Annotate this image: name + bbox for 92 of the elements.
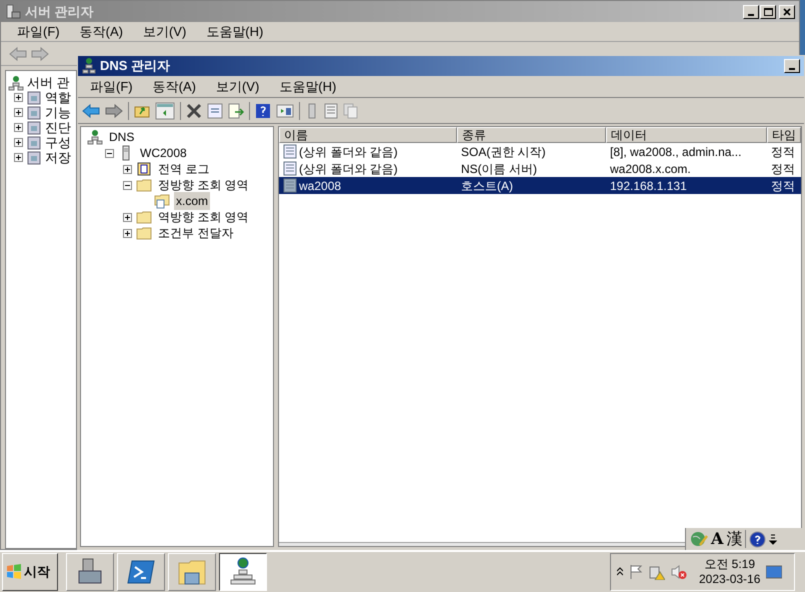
column-header[interactable]: 종류 <box>457 127 606 143</box>
table-cell-text: 호스트(A) <box>461 178 513 194</box>
back-arrow-icon[interactable] <box>82 104 100 118</box>
tool-icon <box>26 90 42 106</box>
tree-item[interactable]: 전역 로그 <box>156 160 212 178</box>
network-icon <box>228 557 258 587</box>
table-cell-text: 정적 <box>771 160 795 178</box>
menu-item[interactable]: 보기(V) <box>208 76 268 96</box>
tree-item[interactable]: 역방향 조회 영역 <box>156 208 251 226</box>
options-icon[interactable] <box>769 532 778 546</box>
tool-icon <box>26 150 42 166</box>
expand-icon[interactable] <box>123 164 132 174</box>
tree-item[interactable]: DNS <box>107 128 136 146</box>
tree-item[interactable]: 조건부 전달자 <box>156 224 236 242</box>
expand-icon[interactable] <box>14 93 23 102</box>
properties-icon[interactable] <box>207 102 223 118</box>
tree-item[interactable]: WC2008 <box>138 144 189 162</box>
network-icon <box>87 129 103 145</box>
menu-item[interactable]: 동작(A) <box>72 22 131 42</box>
network-icon <box>82 58 96 74</box>
tree-item[interactable]: x.com <box>174 192 210 210</box>
table-cell-text: wa2008.x.com. <box>610 160 691 178</box>
close-button[interactable] <box>779 4 795 18</box>
start-button[interactable]: 시작 <box>2 553 58 591</box>
maximize-button[interactable] <box>760 4 776 18</box>
folder-icon <box>136 209 152 225</box>
table-cell-text: NS(이름 서버) <box>461 160 537 178</box>
table-cell-text: 정적 <box>771 144 795 160</box>
table-cell-text: 정적 <box>771 178 795 194</box>
menu-item[interactable]: 동작(A) <box>144 76 204 96</box>
collapse-icon[interactable] <box>105 148 114 158</box>
minimize-button[interactable] <box>784 59 800 73</box>
table-row[interactable]: wa2008 호스트(A) 192.168.1.131 정적 <box>279 177 801 194</box>
expand-icon[interactable] <box>14 108 23 117</box>
clock-time[interactable]: 오전 5:19 <box>704 557 756 572</box>
expand-icon[interactable] <box>123 228 132 238</box>
table-cell-text: wa2008 <box>299 178 342 194</box>
window-title: DNS 관리자 <box>100 57 170 76</box>
table-cell-text: [8], wa2008., admin.na... <box>610 144 742 160</box>
list-icon[interactable] <box>324 102 338 118</box>
clock-date[interactable]: 2023-03-16 <box>699 572 760 587</box>
tool-icon <box>26 134 42 150</box>
help-icon[interactable] <box>255 102 271 118</box>
pane-toggle-icon[interactable] <box>155 102 175 120</box>
table-cell-text: (상위 폴더와 같음) <box>299 144 398 160</box>
folder-icon <box>136 177 152 193</box>
network-icon <box>8 74 24 90</box>
show-desktop-icon[interactable] <box>766 565 782 579</box>
network-warning-icon[interactable] <box>649 564 665 580</box>
taskbar-button[interactable] <box>219 553 267 591</box>
expand-icon[interactable] <box>14 153 23 162</box>
expand-icon[interactable] <box>617 567 623 577</box>
menu-item[interactable]: 도움말(H) <box>271 76 344 96</box>
menu-item[interactable]: 파일(F) <box>9 22 68 42</box>
speaker-muted-icon[interactable] <box>671 564 687 580</box>
menu-item[interactable]: 보기(V) <box>134 22 194 42</box>
record-icon <box>283 161 297 176</box>
windows-logo-icon <box>6 564 22 580</box>
folder-icon <box>136 225 152 241</box>
column-header[interactable]: 타임 <box>767 127 801 143</box>
table-row[interactable]: (상위 폴더와 같음) NS(이름 서버) wa2008.x.com. 정적 <box>279 160 801 177</box>
table-cell-text: (상위 폴더와 같음) <box>299 160 398 178</box>
record-icon <box>283 144 297 159</box>
column-header[interactable]: 데이터 <box>606 127 767 143</box>
server-icon <box>5 4 21 20</box>
expand-icon[interactable] <box>14 123 23 132</box>
tree-item[interactable]: 정방향 조회 영역 <box>156 176 251 194</box>
expand-icon[interactable] <box>14 138 23 147</box>
export-icon[interactable] <box>228 102 244 118</box>
close-icon <box>783 8 791 16</box>
zone-icon <box>154 193 170 209</box>
forward-arrow-icon[interactable] <box>105 104 123 118</box>
log-icon <box>136 161 152 177</box>
window-title: 서버 관리자 <box>25 2 94 21</box>
expand-icon[interactable] <box>123 212 132 222</box>
tool-icon <box>26 104 42 120</box>
menu-item[interactable]: 도움말(H) <box>198 22 272 42</box>
delete-icon[interactable] <box>186 102 202 118</box>
table-row[interactable]: (상위 폴더와 같음) SOA(권한 시작) [8], wa2008., admin.na... 정적 <box>279 143 801 160</box>
collapse-icon[interactable] <box>123 180 132 190</box>
flag-icon[interactable] <box>629 564 643 580</box>
help-icon[interactable] <box>749 530 766 548</box>
input-mode-button[interactable]: A <box>711 527 724 551</box>
table-cell-text: 192.168.1.131 <box>610 178 687 194</box>
record-icon <box>283 178 297 193</box>
pane-icon[interactable] <box>276 102 294 118</box>
tool-icon <box>26 120 42 136</box>
minimize-button[interactable] <box>743 4 759 18</box>
column-header[interactable]: 이름 <box>279 127 457 143</box>
table-cell-text: SOA(권한 시작) <box>461 144 546 160</box>
menu-item[interactable]: 파일(F) <box>82 76 141 96</box>
hanja-button[interactable]: 漢 <box>726 527 742 551</box>
